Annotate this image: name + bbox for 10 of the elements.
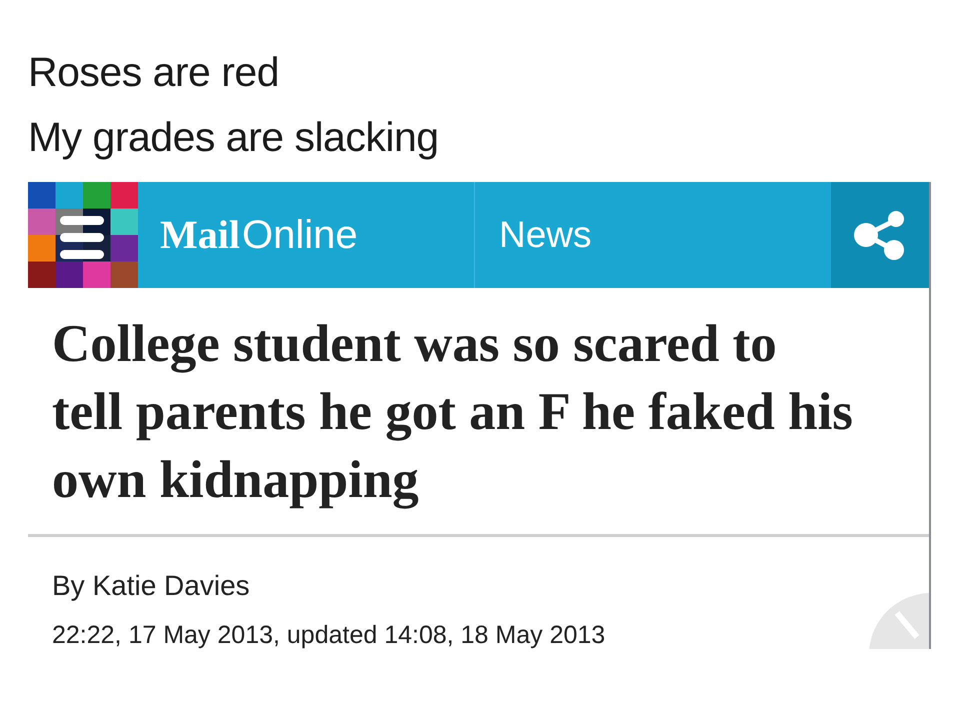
brand-logo-suffix[interactable]: Online <box>242 205 358 265</box>
menu-logo-icon[interactable] <box>28 182 138 288</box>
article-dateline: 22:22, 17 May 2013, updated 14:08, 18 May 2013 <box>51 620 606 649</box>
article-headline: College student was so scared to tell parents he got an F he faked his own kidnapping <box>51 314 854 511</box>
share-button[interactable] <box>831 182 929 288</box>
caption-line: My grades are slacking <box>28 117 440 158</box>
caption-line: Roses are red <box>28 52 280 93</box>
brand-logo[interactable]: Mail <box>160 205 240 265</box>
article-byline: By Katie Davies <box>51 569 250 603</box>
section-label[interactable]: News <box>499 207 592 263</box>
